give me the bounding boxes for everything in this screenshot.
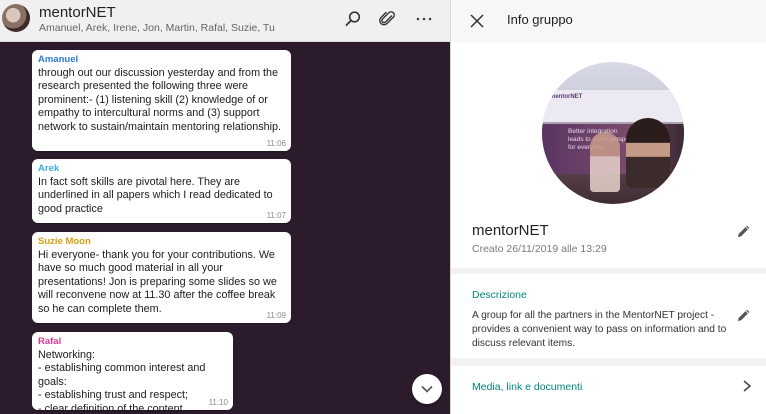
description-card: Descrizione A group for all the partners… bbox=[451, 274, 766, 358]
group-avatar[interactable] bbox=[2, 4, 30, 32]
message-bubble[interactable]: Rafal Networking: - establishing common … bbox=[32, 332, 233, 414]
message-author: Rafal bbox=[38, 336, 62, 347]
photo-person bbox=[590, 132, 620, 192]
info-title: Info gruppo bbox=[507, 12, 573, 27]
message-text: Hi everyone- thank you for your contribu… bbox=[38, 249, 277, 315]
message-bubble[interactable]: Amanuel through out our discussion yeste… bbox=[32, 50, 291, 151]
media-links-docs[interactable]: Media, link e documenti bbox=[451, 366, 766, 414]
message-text: through out our discussion yesterday and… bbox=[38, 67, 282, 133]
pencil-icon[interactable] bbox=[736, 307, 752, 323]
info-header: Info gruppo bbox=[451, 0, 766, 42]
pencil-icon[interactable] bbox=[736, 223, 752, 239]
message-time: 11:09 bbox=[266, 311, 286, 320]
photo-logo: mentorNET bbox=[550, 94, 583, 100]
created-date: Creato 26/11/2019 alle 13:29 bbox=[472, 243, 607, 255]
chat-members[interactable]: Amanuel, Arek, Irene, Jon, Martin, Rafal… bbox=[39, 22, 275, 34]
chat-title[interactable]: mentorNET bbox=[39, 4, 116, 21]
chat-header[interactable]: mentorNET Amanuel, Arek, Irene, Jon, Mar… bbox=[0, 0, 450, 42]
message-bubble[interactable]: Arek In fact soft skills are pivotal her… bbox=[32, 159, 291, 223]
group-info-pane: Info gruppo mentorNET Better integration… bbox=[450, 0, 766, 414]
more-icon[interactable] bbox=[414, 10, 434, 30]
description-label: Descrizione bbox=[472, 289, 527, 301]
photo-person bbox=[626, 118, 670, 188]
media-label: Media, link e documenti bbox=[472, 381, 583, 393]
paperclip-icon[interactable] bbox=[378, 10, 398, 30]
close-icon[interactable] bbox=[467, 11, 487, 31]
search-icon[interactable] bbox=[343, 10, 363, 30]
message-author: Amanuel bbox=[38, 54, 79, 65]
chat-pane: mentorNET Amanuel, Arek, Irene, Jon, Mar… bbox=[0, 0, 450, 414]
chevron-right-icon bbox=[741, 379, 753, 393]
message-author: Arek bbox=[38, 163, 60, 174]
group-profile-card: mentorNET Better integration leads to mo… bbox=[451, 42, 766, 268]
group-photo[interactable]: mentorNET Better integration leads to mo… bbox=[542, 62, 684, 204]
message-text: In fact soft skills are pivotal here. Th… bbox=[38, 176, 273, 215]
scroll-down-button[interactable] bbox=[412, 374, 442, 404]
description-text: A group for all the partners in the Ment… bbox=[472, 310, 727, 349]
message-time: 11:07 bbox=[266, 211, 286, 220]
message-author: Suzie Moon bbox=[38, 236, 91, 247]
group-name: mentorNET bbox=[472, 222, 549, 239]
message-list[interactable]: Amanuel through out our discussion yeste… bbox=[0, 42, 450, 414]
chevron-down-icon bbox=[421, 385, 433, 393]
message-time: 11:10 bbox=[208, 398, 228, 407]
message-time: 11:06 bbox=[266, 139, 286, 148]
message-bubble[interactable]: Suzie Moon Hi everyone- thank you for yo… bbox=[32, 232, 291, 323]
message-text: Networking: - establishing common intere… bbox=[38, 349, 206, 414]
